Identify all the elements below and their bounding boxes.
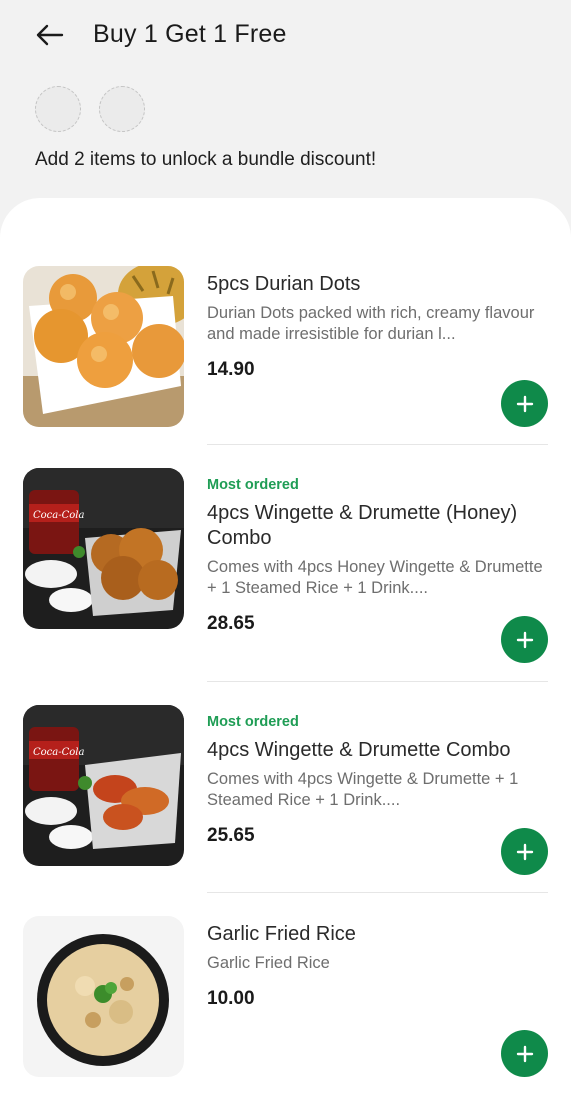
- item-details: 5pcs Durian Dots Durian Dots packed with…: [207, 272, 547, 381]
- add-button[interactable]: [501, 380, 548, 427]
- header: Buy 1 Get 1 Free: [0, 0, 571, 75]
- item-details: Most ordered 4pcs Wingette & Drumette (H…: [207, 477, 547, 635]
- svg-text:Coca-Cola: Coca-Cola: [33, 747, 84, 758]
- plus-icon: [516, 631, 533, 648]
- item-name: 4pcs Wingette & Drumette (Honey) Combo: [207, 502, 518, 549]
- garlic-fried-rice-image: [23, 916, 184, 1077]
- most-ordered-badge: Most ordered: [207, 477, 299, 493]
- arrow-left-icon: [36, 24, 64, 46]
- list-item[interactable]: Coca-Cola Most ordered 4pcs Wingette & D…: [23, 468, 548, 668]
- item-description: Garlic Fried Rice: [207, 954, 330, 972]
- item-price: 14.90: [207, 359, 255, 380]
- item-name: 4pcs Wingette & Drumette Combo: [207, 739, 511, 761]
- list-item[interactable]: 5pcs Durian Dots Durian Dots packed with…: [23, 266, 548, 436]
- back-button[interactable]: [30, 18, 68, 52]
- item-description: Comes with 4pcs Wingette & Drumette + 1 …: [207, 770, 519, 809]
- bundle-slot-empty: [35, 86, 81, 132]
- plus-icon: [516, 1045, 533, 1062]
- honey-combo-image: Coca-Cola: [23, 468, 184, 629]
- divider: [207, 444, 548, 445]
- add-button[interactable]: [501, 1030, 548, 1077]
- divider: [207, 892, 548, 893]
- item-details: Most ordered 4pcs Wingette & Drumette Co…: [207, 714, 547, 847]
- add-button[interactable]: [501, 828, 548, 875]
- item-name: 5pcs Durian Dots: [207, 273, 361, 295]
- page-title: Buy 1 Get 1 Free: [93, 20, 287, 48]
- item-description: Comes with 4pcs Honey Wingette & Drumett…: [207, 558, 543, 597]
- add-button[interactable]: [501, 616, 548, 663]
- most-ordered-badge: Most ordered: [207, 714, 299, 730]
- list-item[interactable]: Garlic Fried Rice Garlic Fried Rice 10.0…: [23, 916, 548, 1080]
- item-price: 25.65: [207, 825, 255, 846]
- plus-icon: [516, 843, 533, 860]
- bundle-hint: Add 2 items to unlock a bundle discount!: [35, 149, 377, 170]
- durian-dots-image: [23, 266, 184, 427]
- bundle-slot-empty: [99, 86, 145, 132]
- plus-icon: [516, 395, 533, 412]
- list-item[interactable]: Coca-Cola Most ordered 4pcs Wingette & D…: [23, 705, 548, 880]
- item-price: 10.00: [207, 988, 255, 1009]
- item-name: Garlic Fried Rice: [207, 923, 356, 945]
- item-details: Garlic Fried Rice Garlic Fried Rice 10.0…: [207, 922, 547, 1010]
- wingette-combo-image: Coca-Cola: [23, 705, 184, 866]
- item-description: Durian Dots packed with rich, creamy fla…: [207, 304, 535, 343]
- bundle-slots: [35, 86, 145, 132]
- divider: [207, 681, 548, 682]
- svg-text:Coca-Cola: Coca-Cola: [33, 510, 84, 521]
- item-price: 28.65: [207, 613, 255, 634]
